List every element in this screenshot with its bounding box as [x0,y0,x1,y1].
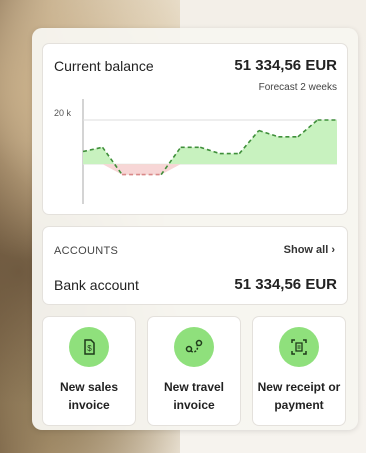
accounts-card: ACCOUNTS Show all › Bank account 51 334,… [42,226,348,305]
account-name: Bank account [54,277,139,293]
tile-label: New travel invoice [163,380,225,412]
chevron-right-icon: › [331,244,335,256]
area-negative [102,164,181,175]
show-all-link[interactable]: Show all › [284,244,335,256]
route-icon [174,327,214,367]
balance-chart [82,99,337,204]
show-all-label: Show all [283,244,329,256]
new-sales-invoice-button[interactable]: $ New sales invoice [42,316,136,426]
tile-label: New sales invoice [59,380,119,412]
receipt-scan-icon [279,327,319,367]
balance-card: Current balance 51 334,56 EUR Forecast 2… [42,43,348,215]
dollar-doc-icon: $ [69,327,109,367]
account-amount: 51 334,56 EUR [234,276,337,293]
new-receipt-or-payment-button[interactable]: New receipt or payment [252,316,346,426]
tile-label: New receipt or payment [257,380,341,412]
new-travel-invoice-button[interactable]: New travel invoice [147,316,241,426]
svg-text:$: $ [87,344,92,353]
accounts-label: ACCOUNTS [54,245,119,257]
